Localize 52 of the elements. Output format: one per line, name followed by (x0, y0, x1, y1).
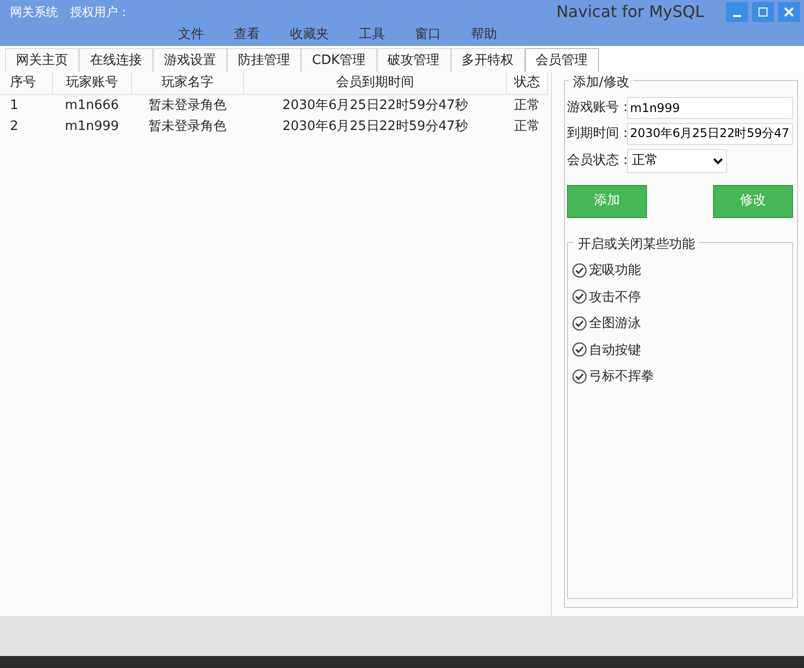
tab[interactable]: 网关主页 (5, 48, 79, 72)
maximize-button[interactable] (752, 2, 774, 22)
table-cell-text: 暂未登录角色 (147, 118, 228, 136)
field-label: 游戏账号： (567, 98, 627, 117)
input-field[interactable]: 2030年6月25日22时59分47 (627, 122, 793, 144)
table-cell: 1 (0, 94, 53, 116)
checkbox-label: 宠吸功能 (589, 262, 641, 280)
column-header[interactable]: 会员到期时间 (244, 72, 507, 94)
table-cell: m1n666 (52, 94, 132, 116)
table-cell-text: 2030年6月25日22时59分47秒 (281, 118, 469, 136)
table-cell: 暂未登录角色 (131, 94, 244, 116)
minimize-icon (733, 15, 741, 17)
window-title: Navicat for MySQL (556, 1, 704, 23)
table-cell: 正常 (506, 94, 548, 116)
table-cell: 2030年6月25日22时59分47秒 (244, 94, 507, 116)
column-header[interactable]: 玩家名字 (131, 72, 244, 94)
user-label: 授权用户： (70, 4, 130, 21)
checkbox[interactable] (572, 367, 587, 386)
menu-item[interactable]: 工具 (359, 25, 385, 45)
app-title: 网关系统 (10, 4, 58, 21)
tab[interactable]: 会员管理 (524, 48, 599, 72)
menu-item[interactable]: 帮助 (471, 25, 497, 45)
checkbox-label: 攻击不停 (589, 288, 641, 306)
menu-item[interactable]: 文件 (178, 25, 204, 45)
close-button[interactable] (778, 2, 800, 22)
maximize-icon (758, 7, 768, 17)
menu-item[interactable]: 收藏夹 (290, 25, 329, 45)
table-cell-text: m1n999 (64, 118, 120, 136)
tab[interactable]: 多开特权 (450, 48, 525, 72)
checkbox[interactable] (572, 314, 587, 334)
column-header[interactable]: 状态 (506, 72, 548, 94)
tab[interactable]: CDK管理 (301, 48, 377, 72)
tab[interactable]: 游戏设置 (153, 48, 227, 72)
table-cell-text: 2 (9, 118, 20, 136)
tab[interactable]: 在线连接 (79, 48, 153, 72)
menu-item[interactable]: 窗口 (415, 25, 441, 45)
field-label: 到期时间： (567, 124, 627, 143)
column-header[interactable]: 玩家账号 (52, 72, 132, 94)
input-field[interactable]: m1n999 (627, 96, 793, 118)
checkbox[interactable] (572, 261, 587, 280)
checkbox-label: 弓标不挥拳 (589, 368, 654, 386)
tab[interactable]: 防挂管理 (227, 48, 301, 72)
status-dropdown[interactable]: 正常 (627, 148, 727, 172)
checkbox-label: 全图游泳 (589, 315, 641, 333)
column-header[interactable]: 序号 (0, 72, 53, 94)
checkbox-label: 自动按键 (589, 342, 641, 360)
minimize-button[interactable] (726, 2, 748, 22)
close-icon (784, 7, 794, 17)
menu-item[interactable]: 查看 (234, 25, 260, 45)
field-label: 会员状态： (567, 152, 627, 170)
tab[interactable]: 破攻管理 (376, 48, 451, 72)
table-cell-text: 正常 (513, 118, 542, 136)
